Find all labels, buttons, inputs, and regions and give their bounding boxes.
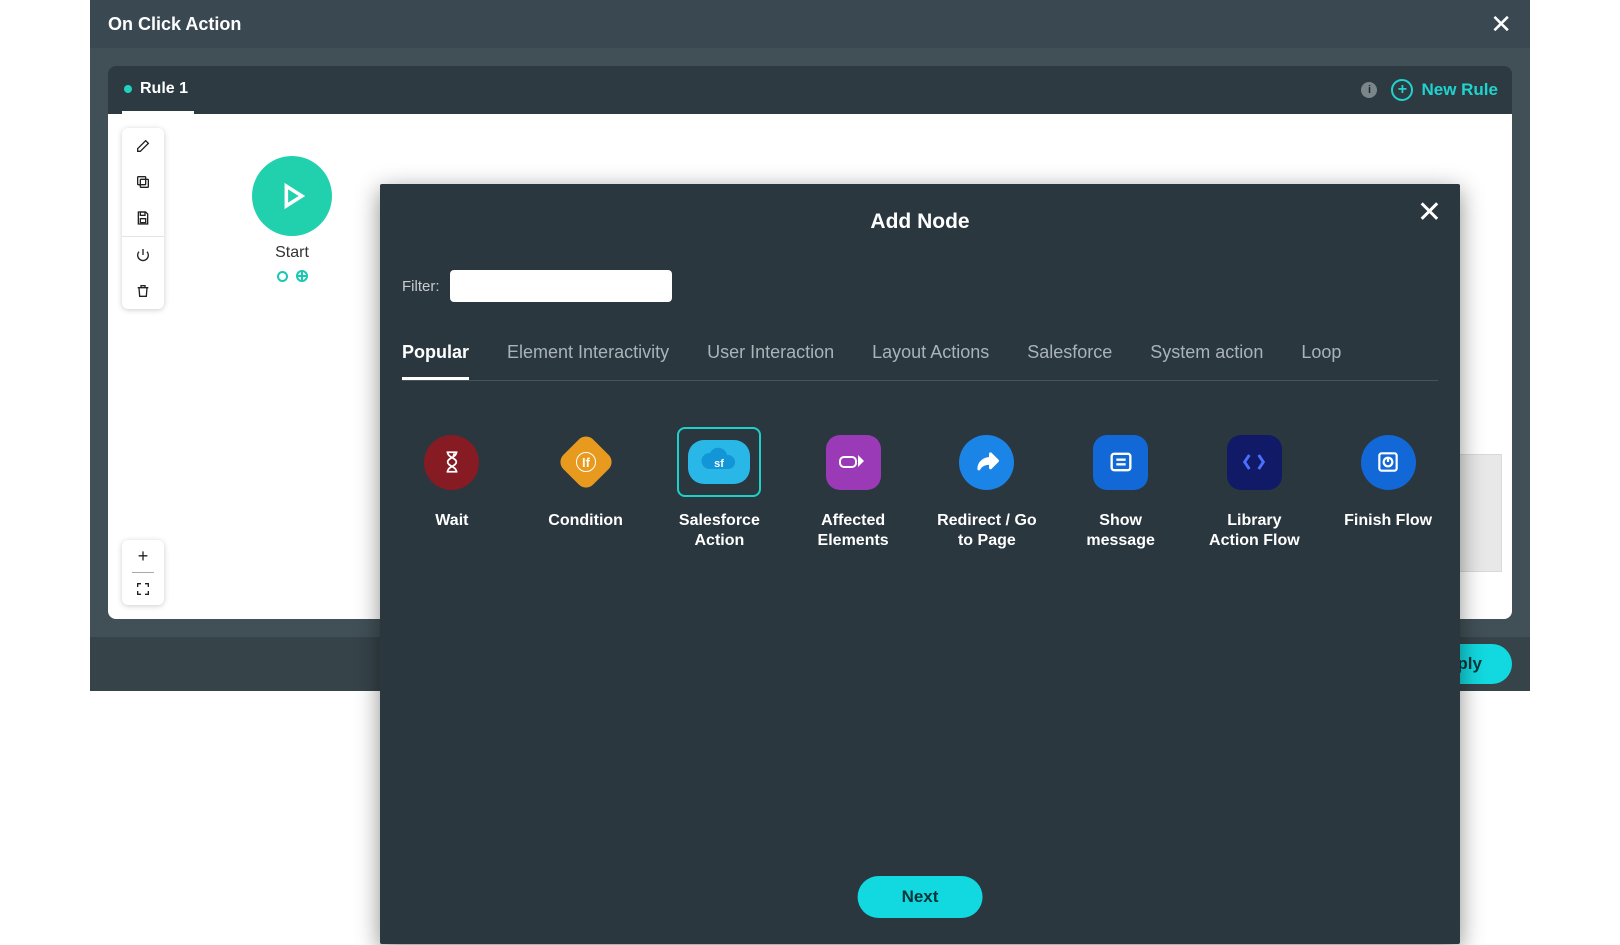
filter-label: Filter: <box>402 278 440 295</box>
rule-status-dot <box>124 85 132 93</box>
card-wait-label: Wait <box>435 511 468 531</box>
card-salesforce-label: Salesforce Action <box>670 511 770 551</box>
info-icon[interactable]: i <box>1361 82 1377 98</box>
start-node[interactable]: Start <box>252 156 332 282</box>
edit-icon[interactable] <box>122 128 164 164</box>
port-icon[interactable] <box>277 271 288 282</box>
add-port-icon[interactable] <box>296 270 308 282</box>
card-wait[interactable]: Wait <box>402 427 502 551</box>
start-node-label: Start <box>275 244 309 262</box>
start-node-ports <box>277 270 308 282</box>
add-node-modal: ✕ Add Node Filter: Popular Element Inter… <box>380 184 1460 944</box>
tab-popular[interactable]: Popular <box>402 332 469 380</box>
card-message-label: Show message <box>1071 511 1171 551</box>
condition-icon: If <box>556 432 615 491</box>
zoom-toolbar: + <box>122 540 164 605</box>
copy-icon[interactable] <box>122 164 164 200</box>
elements-icon <box>826 435 881 490</box>
finish-icon <box>1361 435 1416 490</box>
card-show-message[interactable]: Show message <box>1071 427 1171 551</box>
new-rule-label: New Rule <box>1421 80 1498 100</box>
card-salesforce-action[interactable]: sf Salesforce Action <box>670 427 770 551</box>
tab-system-action[interactable]: System action <box>1150 332 1263 380</box>
titlebar: On Click Action ✕ <box>90 0 1530 48</box>
card-affected-elements[interactable]: Affected Elements <box>803 427 903 551</box>
card-finish-flow[interactable]: Finish Flow <box>1338 427 1438 551</box>
share-arrow-icon <box>959 435 1014 490</box>
card-finish-label: Finish Flow <box>1344 511 1432 531</box>
filter-row: Filter: <box>402 270 1438 302</box>
window-title: On Click Action <box>108 14 241 35</box>
tab-loop[interactable]: Loop <box>1301 332 1341 380</box>
library-icon <box>1227 435 1282 490</box>
save-icon[interactable] <box>122 200 164 236</box>
card-affected-label: Affected Elements <box>803 511 903 551</box>
zoom-in-icon[interactable]: + <box>122 540 164 572</box>
canvas-toolbar <box>122 128 164 309</box>
tab-user-interaction[interactable]: User Interaction <box>707 332 834 380</box>
tab-rule-1[interactable]: Rule 1 <box>122 66 194 114</box>
filter-input[interactable] <box>450 270 672 302</box>
next-button[interactable]: Next <box>858 876 983 918</box>
card-library-flow[interactable]: Library Action Flow <box>1205 427 1305 551</box>
card-redirect[interactable]: Redirect / Go to Page <box>937 427 1037 551</box>
card-redirect-label: Redirect / Go to Page <box>937 511 1037 551</box>
fit-icon[interactable] <box>122 573 164 605</box>
close-icon[interactable]: ✕ <box>1490 11 1512 37</box>
rules-tabstrip: Rule 1 i + New Rule <box>108 66 1512 114</box>
cloud-icon: sf <box>688 440 750 484</box>
card-condition-label: Condition <box>548 511 623 531</box>
new-rule-button[interactable]: + New Rule <box>1391 79 1498 101</box>
modal-title: Add Node <box>402 210 1438 234</box>
ghost-node <box>1454 454 1502 572</box>
tab-salesforce[interactable]: Salesforce <box>1027 332 1112 380</box>
svg-text:sf: sf <box>714 458 724 470</box>
node-cards: Wait If Condition sf Salesforce Action A… <box>402 409 1438 551</box>
tab-rule-1-label: Rule 1 <box>140 80 188 98</box>
play-icon <box>252 156 332 236</box>
modal-close-icon[interactable]: ✕ <box>1417 198 1442 228</box>
card-library-label: Library Action Flow <box>1205 511 1305 551</box>
message-icon <box>1093 435 1148 490</box>
plus-circle-icon: + <box>1391 79 1413 101</box>
card-condition[interactable]: If Condition <box>536 427 636 551</box>
power-icon[interactable] <box>122 237 164 273</box>
trash-icon[interactable] <box>122 273 164 309</box>
tab-element-interactivity[interactable]: Element Interactivity <box>507 332 669 380</box>
tab-layout-actions[interactable]: Layout Actions <box>872 332 989 380</box>
node-category-tabs: Popular Element Interactivity User Inter… <box>402 332 1438 381</box>
hourglass-icon <box>424 435 479 490</box>
